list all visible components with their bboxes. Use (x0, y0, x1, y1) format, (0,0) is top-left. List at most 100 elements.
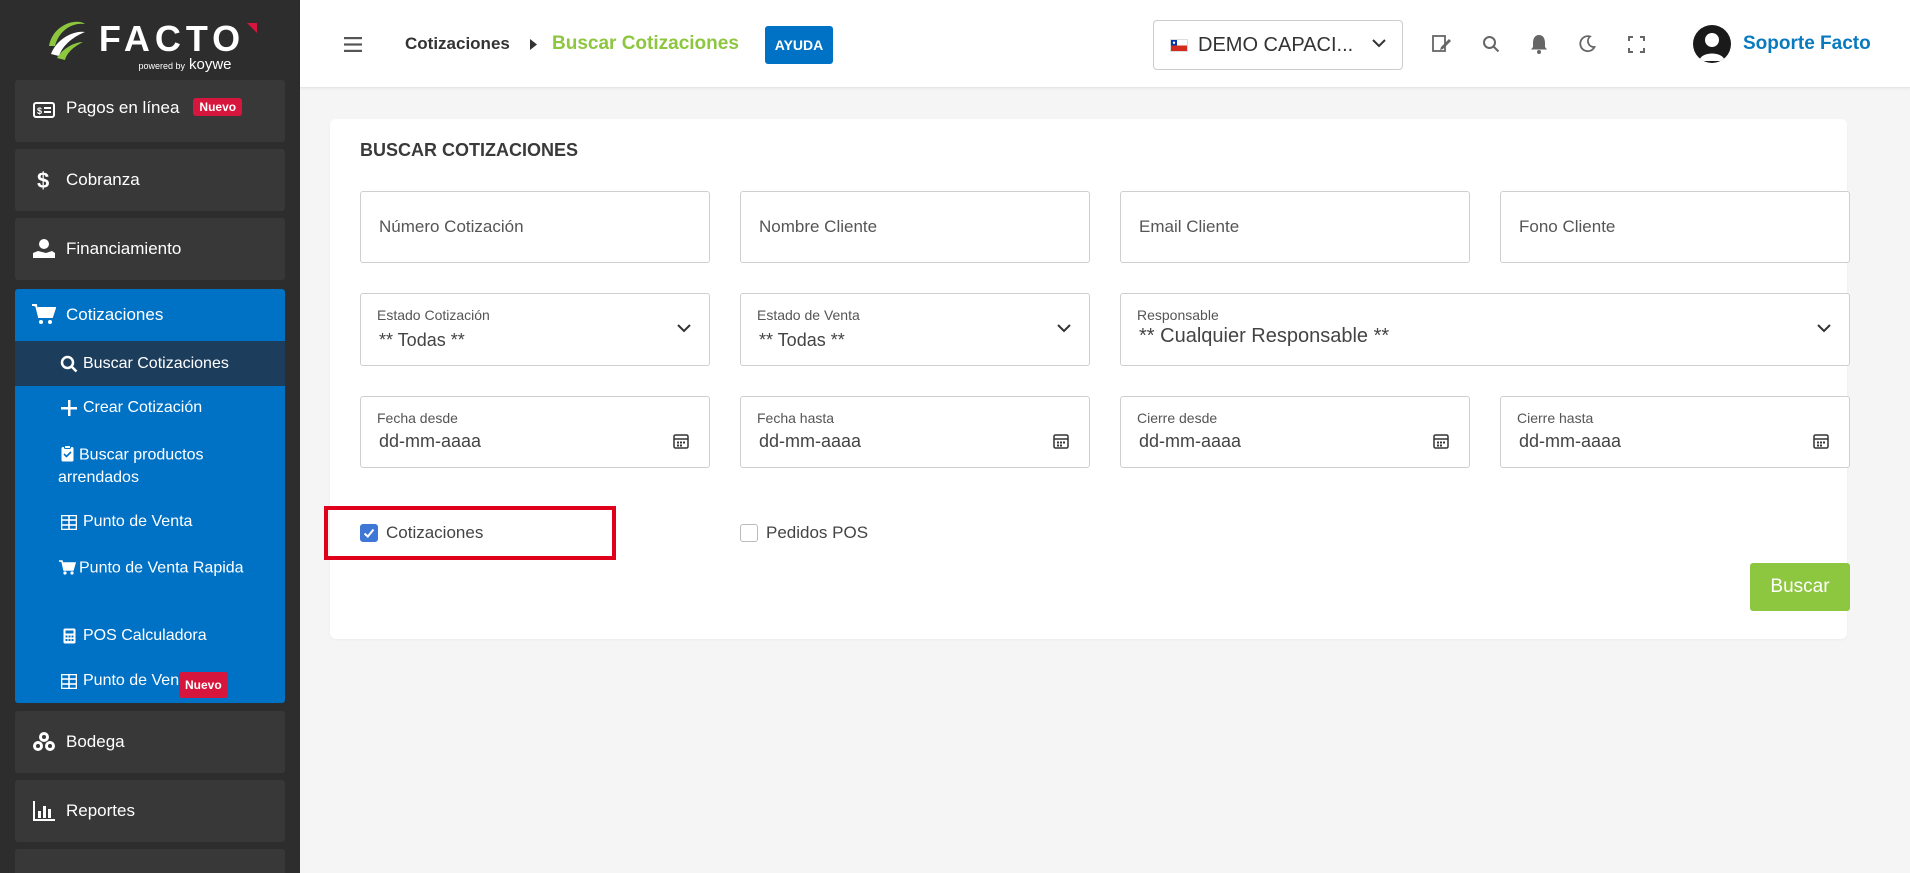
sidebar-item-cotizaciones[interactable]: Cotizaciones (15, 289, 285, 341)
sidebar-item-label: Pagos en línea (66, 98, 180, 117)
cotizaciones-checkbox[interactable] (360, 524, 378, 542)
date-placeholder: dd-mm-aaaa (1139, 431, 1242, 451)
search-icon (60, 355, 78, 373)
fullscreen-icon[interactable] (1625, 33, 1647, 55)
new-badge: Nuevo (179, 672, 228, 698)
date-label: Cierre hasta (1517, 410, 1594, 426)
sidebar-item-label: Cotizaciones (66, 305, 164, 324)
sidebar-subitem-label: Punto de Venta Rapida (79, 559, 244, 577)
sidebar-subitem-punto-de-venta-rapida[interactable]: Punto de Venta Rapida (15, 556, 285, 580)
cart-icon (58, 558, 76, 576)
sidebar-subitem-pos-calculadora[interactable]: POS Calculadora (15, 625, 285, 647)
select-label: Estado Cotización (377, 307, 490, 323)
help-button[interactable]: AYUDA (765, 26, 833, 64)
logo-accent-icon (247, 22, 258, 33)
calendar-icon[interactable] (1813, 433, 1829, 449)
sidebar-subitem-label: Buscar Cotizaciones (83, 354, 229, 372)
input-placeholder: Número Cotización (379, 217, 524, 236)
responsable-select[interactable]: Responsable ** Cualquier Responsable ** (1120, 293, 1850, 366)
table-icon (60, 513, 78, 531)
sidebar-subitem-label: Buscar productos arrendados (58, 446, 204, 486)
brand-logo[interactable]: FACTO powered by koywe (0, 0, 300, 88)
sidebar-item-reportes[interactable]: Reportes (15, 780, 285, 842)
brand-partner: koywe (189, 55, 232, 73)
select-label: Responsable (1137, 307, 1219, 323)
sidebar-item-financiamiento[interactable]: Financiamiento (15, 218, 285, 280)
table-icon (60, 672, 78, 690)
sidebar-item-label: Reportes (66, 801, 135, 820)
svg-text:$: $ (37, 106, 42, 116)
chevron-down-icon (677, 324, 691, 333)
cart-icon (32, 303, 57, 327)
page-title: BUSCAR COTIZACIONES (360, 140, 579, 160)
calendar-icon[interactable] (1433, 433, 1449, 449)
breadcrumb-parent[interactable]: Cotizaciones (405, 34, 510, 54)
company-selector[interactable]: DEMO CAPACI... (1153, 20, 1403, 70)
hamburger-menu-icon[interactable] (344, 37, 362, 52)
sidebar-subitem-label: POS Calculadora (83, 627, 207, 644)
signature-icon[interactable] (1431, 33, 1453, 55)
email-cliente-input[interactable]: Email Cliente (1120, 191, 1470, 263)
fecha-hasta-input[interactable]: Fecha hasta dd-mm-aaaa (740, 396, 1090, 468)
sidebar-item-label: Cobranza (66, 170, 140, 189)
sidebar-group-cotizaciones: Cotizaciones Buscar Cotizaciones Crear C… (15, 289, 285, 703)
svg-text:$: $ (37, 169, 49, 191)
select-value: ** Todas ** (759, 330, 845, 350)
calendar-icon[interactable] (673, 433, 689, 449)
pedidos-pos-checkbox-label[interactable]: Pedidos POS (766, 523, 868, 543)
sidebar: FACTO powered by koywe $ Pagos en línea N… (0, 0, 300, 873)
date-label: Cierre desde (1137, 410, 1218, 426)
user-name[interactable]: Soporte Facto (1743, 33, 1871, 55)
fono-cliente-input[interactable]: Fono Cliente (1500, 191, 1850, 263)
date-label: Fecha hasta (757, 410, 835, 426)
search-button[interactable]: Buscar (1750, 563, 1850, 611)
dark-mode-moon-icon[interactable] (1576, 33, 1598, 55)
date-label: Fecha desde (377, 410, 458, 426)
numero-cotizacion-input[interactable]: Número Cotización (360, 191, 710, 263)
hand-money-icon (32, 237, 56, 261)
select-label: Estado de Venta (757, 307, 860, 323)
date-placeholder: dd-mm-aaaa (1519, 431, 1622, 451)
sidebar-item-bodega[interactable]: Bodega (15, 711, 285, 773)
sidebar-subitem-label: Crear Cotización (83, 399, 203, 416)
sidebar-subitem-crear-cotizacion[interactable]: Crear Cotización (15, 397, 285, 419)
sidebar-item-next[interactable] (15, 849, 285, 873)
search-icon[interactable] (1480, 33, 1502, 55)
cotizaciones-checkbox-label[interactable]: Cotizaciones (386, 523, 483, 543)
brand-powered: powered by (138, 60, 185, 71)
cierre-hasta-input[interactable]: Cierre hasta dd-mm-aaaa (1500, 396, 1850, 468)
estado-venta-select[interactable]: Estado de Venta ** Todas ** (740, 293, 1090, 366)
plus-icon (60, 399, 78, 417)
breadcrumb-current: Buscar Cotizaciones (552, 33, 739, 54)
input-placeholder: Email Cliente (1139, 217, 1240, 236)
chevron-down-icon (1057, 324, 1071, 333)
estado-cotizacion-select[interactable]: Estado Cotización ** Todas ** (360, 293, 710, 366)
sidebar-subitem-punto-de-venta-nuevo[interactable]: Punto de Venta Nuevo (15, 670, 285, 698)
input-placeholder: Nombre Cliente (759, 217, 878, 236)
date-placeholder: dd-mm-aaaa (759, 431, 862, 451)
chile-flag-icon (1170, 38, 1188, 52)
sidebar-subitem-punto-de-venta[interactable]: Punto de Venta (15, 511, 285, 533)
sidebar-item-pagos[interactable]: $ Pagos en línea Nuevo (15, 80, 285, 142)
fecha-desde-input[interactable]: Fecha desde dd-mm-aaaa (360, 396, 710, 468)
user-avatar[interactable] (1693, 25, 1731, 63)
money-bill-icon: $ (32, 98, 56, 122)
chevron-down-icon (1372, 39, 1386, 48)
chevron-down-icon (1817, 324, 1831, 333)
new-badge: Nuevo (193, 98, 243, 116)
calendar-icon[interactable] (1053, 433, 1069, 449)
date-placeholder: dd-mm-aaaa (379, 431, 482, 451)
sidebar-item-label: Financiamiento (66, 239, 182, 258)
input-placeholder: Fono Cliente (1519, 217, 1616, 236)
calculator-icon (60, 627, 78, 645)
sidebar-subitem-label: Punto de Venta (83, 672, 185, 689)
cierre-desde-input[interactable]: Cierre desde dd-mm-aaaa (1120, 396, 1470, 468)
sidebar-item-cobranza[interactable]: $ Cobranza (15, 149, 285, 211)
nombre-cliente-input[interactable]: Nombre Cliente (740, 191, 1090, 263)
sidebar-subitem-buscar-productos-arrendados[interactable]: Buscar productos arrendados (15, 442, 285, 489)
chart-icon (32, 799, 56, 823)
pedidos-pos-checkbox[interactable] (740, 524, 758, 542)
bell-icon[interactable] (1528, 33, 1550, 55)
dollar-icon: $ (32, 168, 56, 192)
sidebar-subitem-buscar-cotizaciones[interactable]: Buscar Cotizaciones (15, 341, 285, 386)
